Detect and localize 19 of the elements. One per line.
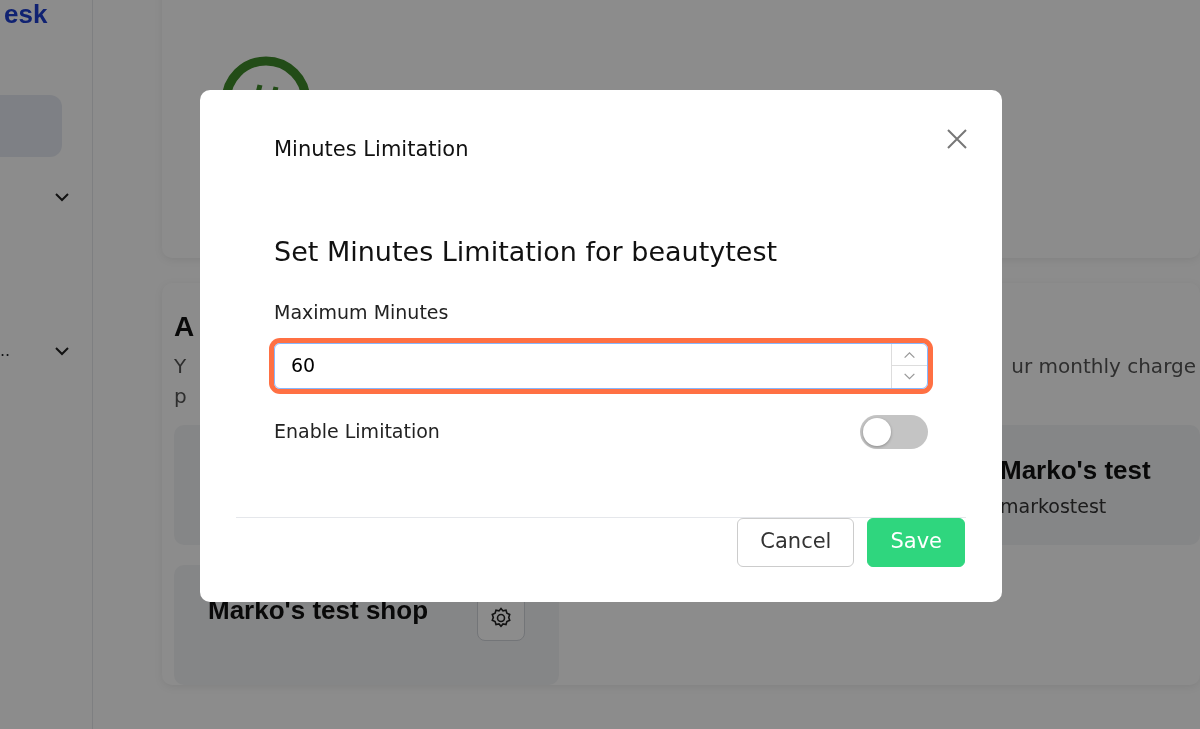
menu-label: .. xyxy=(0,340,11,362)
shop-name: Marko's test shop xyxy=(208,595,428,626)
section-heading: A xyxy=(174,311,195,343)
logo-text: esk xyxy=(3,0,48,28)
cancel-button[interactable]: Cancel xyxy=(737,517,855,567)
shop-handle: markostest xyxy=(1000,494,1108,519)
dialog-title: Minutes Limitation xyxy=(274,136,469,163)
description-text: p xyxy=(174,383,188,410)
settings-icon xyxy=(489,606,513,630)
shop-name: Marko's test xyxy=(1000,455,1152,486)
field-label: Maximum Minutes xyxy=(274,300,450,325)
dialog-heading: Set Minutes Limitation for beautytest xyxy=(274,234,779,269)
chevron-down-icon[interactable] xyxy=(54,192,70,202)
number-field[interactable]: 60 xyxy=(275,343,891,388)
description-text: ur monthly charge xyxy=(1011,353,1196,380)
chevron-down-icon[interactable] xyxy=(54,346,70,356)
toggle-switch[interactable] xyxy=(860,414,928,449)
description-text: Y xyxy=(174,353,187,380)
toggle-label: Enable Limitation xyxy=(274,419,440,445)
